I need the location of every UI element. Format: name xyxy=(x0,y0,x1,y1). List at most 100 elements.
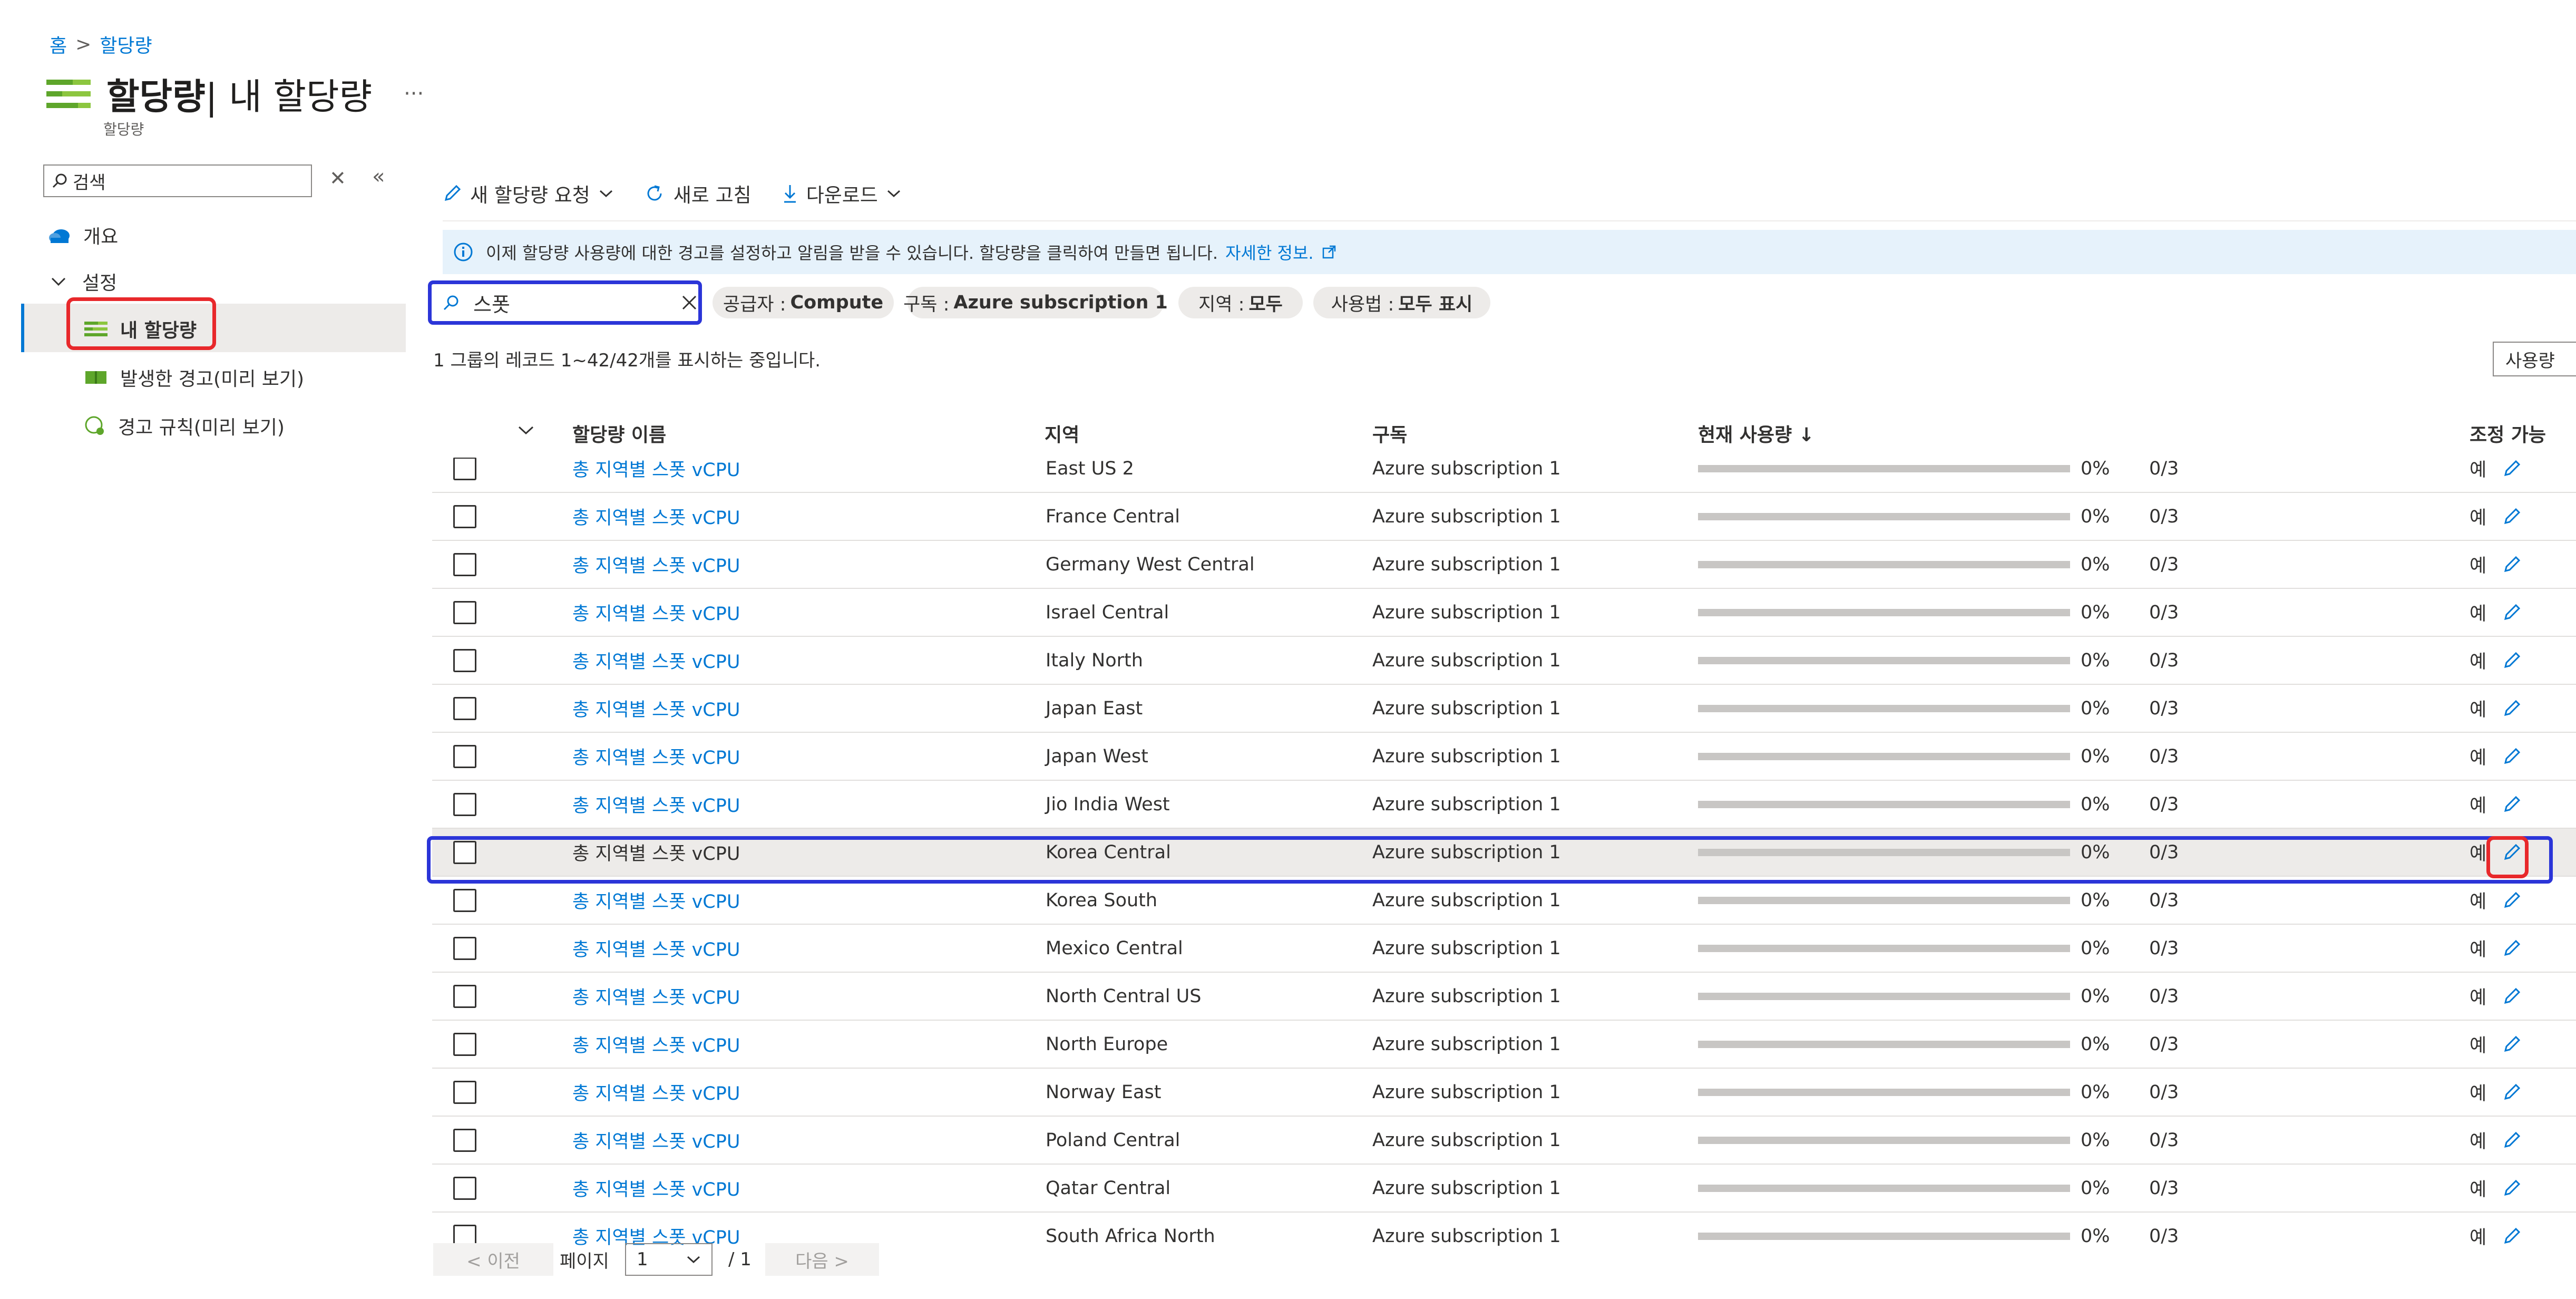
row-checkbox[interactable] xyxy=(453,552,476,576)
prev-page-button[interactable]: < 이전 xyxy=(433,1243,553,1276)
edit-pencil-icon[interactable] xyxy=(2502,589,2521,636)
column-header-usage[interactable]: 현재 사용량 ↓ xyxy=(1698,420,1814,447)
sidebar-item-fired-alerts[interactable]: 발생한 경고(미리 보기) xyxy=(84,364,304,391)
table-row[interactable]: 총 지역별 스폿 vCPU East US 2 Azure subscription… xyxy=(432,458,2576,493)
quota-name-link[interactable]: 총 지역별 스폿 vCPU xyxy=(572,733,740,780)
table-row[interactable]: 총 지역별 스폿 vCPU Israel Central Azure subscri… xyxy=(432,589,2576,637)
region-cell: Japan West xyxy=(1046,745,1148,767)
quota-name-link[interactable]: 총 지역별 스폿 vCPU xyxy=(572,925,740,972)
edit-pencil-icon[interactable] xyxy=(2502,733,2521,780)
sidebar-item-alert-rules[interactable]: 경고 규칙(미리 보기) xyxy=(84,412,285,440)
row-checkbox[interactable] xyxy=(453,744,476,768)
column-header-adjustable[interactable]: 조정 가능 xyxy=(2470,420,2546,447)
edit-pencil-icon[interactable] xyxy=(2502,1165,2521,1211)
table-row[interactable]: 총 지역별 스폿 vCPU Poland Central Azure subscri… xyxy=(432,1117,2576,1165)
sidebar-item-label: 개요 xyxy=(83,226,119,248)
row-checkbox[interactable] xyxy=(453,600,476,624)
table-row[interactable]: 총 지역별 스폿 vCPU North Central US Azure subsc… xyxy=(432,973,2576,1021)
info-banner: 이제 할당량 사용량에 대한 경고를 설정하고 알림을 받을 수 있습니다. 할… xyxy=(443,230,2576,274)
table-row[interactable]: 총 지역별 스폿 vCPU Japan West Azure subscriptio… xyxy=(432,733,2576,781)
row-checkbox[interactable] xyxy=(453,648,476,672)
edit-pencil-icon[interactable] xyxy=(2502,877,2521,924)
usage-count: 0/3 xyxy=(2149,745,2179,767)
quota-name-link[interactable]: 총 지역별 스폿 vCPU xyxy=(572,973,740,1020)
row-checkbox[interactable] xyxy=(453,1080,476,1104)
quota-name-link[interactable]: 총 지역별 스폿 vCPU xyxy=(572,877,740,924)
row-checkbox[interactable] xyxy=(453,1128,476,1152)
quota-name-link[interactable]: 총 지역별 스폿 vCPU xyxy=(572,1165,740,1211)
table-row[interactable]: 총 지역별 스폿 vCPU Germany West Central Azure s… xyxy=(432,541,2576,589)
table-row[interactable]: 총 지역별 스폿 vCPU Korea South Azure subscripti… xyxy=(432,877,2576,925)
row-checkbox[interactable] xyxy=(453,458,476,480)
filter-subscription-key: 구독 : xyxy=(903,294,950,315)
column-header-subscription[interactable]: 구독 xyxy=(1372,420,1407,447)
edit-pencil-icon[interactable] xyxy=(2502,973,2521,1020)
region-cell: Korea South xyxy=(1046,889,1158,911)
row-checkbox[interactable] xyxy=(453,888,476,912)
quota-name-link[interactable]: 총 지역별 스폿 vCPU xyxy=(572,589,740,636)
filter-region[interactable]: 지역 : 모두 xyxy=(1178,287,1303,318)
breadcrumb-quota[interactable]: 할당량 xyxy=(100,31,152,58)
sidebar-search-input[interactable]: 검색 xyxy=(43,164,312,197)
row-checkbox[interactable] xyxy=(453,505,476,528)
next-page-button[interactable]: 다음 > xyxy=(765,1243,879,1276)
row-checkbox[interactable] xyxy=(453,792,476,816)
clear-icon[interactable]: ✕ xyxy=(329,167,346,190)
learn-more-link[interactable]: 자세한 정보. xyxy=(1225,240,1314,264)
quota-name-link[interactable]: 총 지역별 스폿 vCPU xyxy=(572,781,740,828)
refresh-button[interactable]: 새로 고침 xyxy=(644,179,752,208)
usage-count: 0/3 xyxy=(2149,554,2179,575)
row-checkbox[interactable] xyxy=(453,1176,476,1200)
quota-name-link[interactable]: 총 지역별 스폿 vCPU xyxy=(572,685,740,732)
table-row[interactable]: 총 지역별 스폿 vCPU Mexico Central Azure subscri… xyxy=(432,925,2576,973)
collapse-sidebar-icon[interactable]: « xyxy=(372,164,385,189)
sidebar-item-overview[interactable]: 개요 xyxy=(48,221,118,249)
edit-pencil-icon[interactable] xyxy=(2502,1213,2521,1248)
table-row[interactable]: 총 지역별 스폿 vCPU Norway East Azure subscripti… xyxy=(432,1069,2576,1117)
table-row[interactable]: 총 지역별 스폿 vCPU Qatar Central Azure subscrip… xyxy=(432,1165,2576,1213)
column-header-name[interactable]: 할당량 이름 xyxy=(572,420,666,447)
usage-view-button[interactable]: 사용량 xyxy=(2493,342,2576,376)
page-select[interactable]: 1 xyxy=(625,1243,713,1276)
expand-all-chevron-icon[interactable] xyxy=(518,425,534,435)
edit-pencil-icon[interactable] xyxy=(2502,458,2521,492)
breadcrumb-home[interactable]: 홈 xyxy=(50,31,67,58)
new-quota-request-button[interactable]: 새 할당량 요청 xyxy=(443,179,613,208)
filter-subscription[interactable]: 구독 : Azure subscription 1 xyxy=(903,287,1168,318)
row-checkbox[interactable] xyxy=(453,984,476,1008)
edit-pencil-icon[interactable] xyxy=(2502,925,2521,972)
table-row[interactable]: 총 지역별 스폿 vCPU South Africa North Azure sub… xyxy=(432,1213,2576,1248)
sidebar-group-settings[interactable]: 설정 xyxy=(51,268,117,295)
table-row[interactable]: 총 지역별 스폿 vCPU Jio India West Azure subscri… xyxy=(432,781,2576,829)
subscription-cell: Azure subscription 1 xyxy=(1372,554,1561,575)
table-row[interactable]: 총 지역별 스폿 vCPU North Europe Azure subscript… xyxy=(432,1021,2576,1069)
chevron-down-icon xyxy=(51,276,66,287)
quota-name-link[interactable]: 총 지역별 스폿 vCPU xyxy=(572,637,740,684)
edit-pencil-icon[interactable] xyxy=(2502,541,2521,588)
table-row[interactable]: 총 지역별 스폿 vCPU Japan East Azure subscriptio… xyxy=(432,685,2576,733)
quota-name-link[interactable]: 총 지역별 스폿 vCPU xyxy=(572,1117,740,1164)
table-row[interactable]: 총 지역별 스폿 vCPU France Central Azure subscri… xyxy=(432,493,2576,541)
filter-usage[interactable]: 사용법 : 모두 표시 xyxy=(1313,287,1490,318)
filter-provider-value: Compute xyxy=(790,292,884,313)
edit-pencil-icon[interactable] xyxy=(2502,685,2521,732)
column-header-region[interactable]: 지역 xyxy=(1045,420,1079,447)
row-checkbox[interactable] xyxy=(453,1032,476,1056)
quota-name-link[interactable]: 총 지역별 스폿 vCPU xyxy=(572,1069,740,1116)
filter-provider[interactable]: 공급자 : Compute xyxy=(713,287,894,318)
quota-name-link[interactable]: 총 지역별 스폿 vCPU xyxy=(572,458,740,492)
quota-name-link[interactable]: 총 지역별 스폿 vCPU xyxy=(572,1021,740,1068)
edit-pencil-icon[interactable] xyxy=(2502,1069,2521,1116)
edit-pencil-icon[interactable] xyxy=(2502,493,2521,540)
edit-pencil-icon[interactable] xyxy=(2502,781,2521,828)
edit-pencil-icon[interactable] xyxy=(2502,637,2521,684)
row-checkbox[interactable] xyxy=(453,696,476,720)
table-row[interactable]: 총 지역별 스폿 vCPU Italy North Azure subscripti… xyxy=(432,637,2576,685)
quota-name-link[interactable]: 총 지역별 스폿 vCPU xyxy=(572,493,740,540)
quota-name-link[interactable]: 총 지역별 스폿 vCPU xyxy=(572,541,740,588)
more-options-button[interactable]: ··· xyxy=(404,82,424,106)
row-checkbox[interactable] xyxy=(453,936,476,960)
download-button[interactable]: 다운로드 xyxy=(782,179,901,208)
edit-pencil-icon[interactable] xyxy=(2502,1021,2521,1068)
edit-pencil-icon[interactable] xyxy=(2502,1117,2521,1164)
